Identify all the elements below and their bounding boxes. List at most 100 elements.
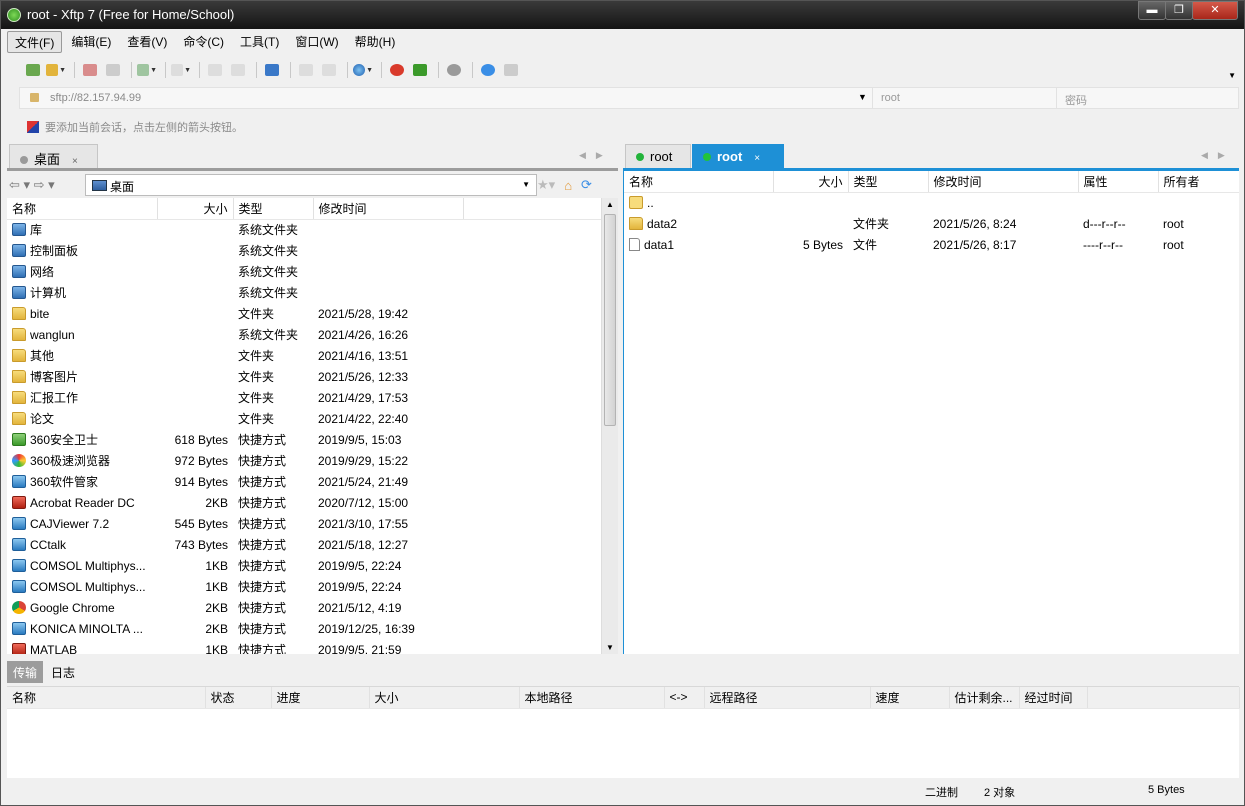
local-file-row[interactable]: 论文 文件夹 2021/4/22, 22:40 <box>7 408 603 429</box>
scrollbar-thumb[interactable] <box>604 214 616 426</box>
menu-help[interactable]: 帮助(H) <box>348 31 403 53</box>
tab-remote-root-2[interactable]: root × <box>692 144 784 168</box>
transfer-col[interactable]: 大小 <box>369 687 520 709</box>
address-input[interactable]: sftp://82.157.94.99 <box>50 92 141 104</box>
password-field[interactable]: 密码 <box>1056 88 1238 108</box>
refresh-icon[interactable]: ⟳ <box>581 177 592 193</box>
close-tab-icon[interactable]: × <box>72 156 78 167</box>
path-dropdown-icon[interactable]: ▼ <box>522 180 530 189</box>
local-file-row[interactable]: KONICA MINOLTA ... 2KB 快捷方式 2019/12/25, 16:… <box>7 618 603 639</box>
tab-transfer[interactable]: 传输 <box>7 661 44 683</box>
transfer-col[interactable]: 状态 <box>205 687 272 709</box>
remote-file-row[interactable]: .. <box>624 192 1239 213</box>
local-file-row[interactable]: 博客图片 文件夹 2021/5/26, 12:33 <box>7 366 603 387</box>
properties-icon[interactable] <box>319 61 339 79</box>
menu-file[interactable]: 文件(F) <box>7 31 63 53</box>
toolbar-overflow-icon[interactable]: ▼ <box>1228 71 1236 80</box>
local-file-row[interactable]: CCtalk 743 Bytes 快捷方式 2021/5/18, 12:27 <box>7 534 603 555</box>
local-file-row[interactable]: 其他 文件夹 2021/4/16, 13:51 <box>7 345 603 366</box>
local-file-row[interactable]: 360软件管家 914 Bytes 快捷方式 2021/5/24, 21:49 <box>7 471 603 492</box>
local-file-row[interactable]: 360安全卫士 618 Bytes 快捷方式 2019/9/5, 15:03 <box>7 429 603 450</box>
copy-icon[interactable] <box>205 61 225 79</box>
transfer-col[interactable]: 本地路径 <box>519 687 665 709</box>
scroll-down-icon[interactable]: ▼ <box>606 643 614 652</box>
menu-view[interactable]: 查看(V) <box>120 31 174 53</box>
open-folder-icon[interactable]: ▼ <box>46 61 66 79</box>
col-attributes[interactable]: 属性 <box>1078 171 1159 193</box>
local-file-row[interactable]: 网络 系统文件夹 <box>7 261 603 282</box>
transfer-col[interactable]: 名称 <box>7 687 206 709</box>
local-file-row[interactable]: 汇报工作 文件夹 2021/4/29, 17:53 <box>7 387 603 408</box>
chat-bubble-icon[interactable] <box>501 61 521 79</box>
local-scrollbar[interactable]: ▲ ▼ <box>601 198 618 654</box>
local-file-row[interactable]: 计算机 系统文件夹 <box>7 282 603 303</box>
new-session-icon[interactable] <box>23 61 43 79</box>
transfer-col[interactable]: 估计剩余... <box>949 687 1020 709</box>
file-name-text: 论文 <box>30 412 55 426</box>
add-session-arrow-icon[interactable] <box>27 121 39 133</box>
menu-edit[interactable]: 编辑(E) <box>64 31 118 53</box>
scroll-up-icon[interactable]: ▲ <box>606 200 614 209</box>
sync-transfer-icon[interactable] <box>262 61 282 79</box>
col-type[interactable]: 类型 <box>848 171 929 193</box>
paste-icon[interactable] <box>228 61 248 79</box>
local-file-row[interactable]: 控制面板 系统文件夹 <box>7 240 603 261</box>
tab-remote-root-1[interactable]: root <box>625 144 691 168</box>
options-gear-icon[interactable] <box>444 61 464 79</box>
local-file-row[interactable]: 库 系统文件夹 <box>7 219 603 240</box>
help-icon[interactable] <box>478 61 498 79</box>
transfer-col[interactable]: <-> <box>664 687 705 709</box>
col-name[interactable]: 名称 <box>624 171 774 193</box>
xshell-icon[interactable] <box>387 61 407 79</box>
close-tab-icon[interactable]: × <box>754 153 760 164</box>
tab-log[interactable]: 日志 <box>45 661 81 683</box>
menu-tools[interactable]: 工具(T) <box>233 31 286 53</box>
reconnect-icon[interactable] <box>103 61 123 79</box>
menu-command[interactable]: 命令(C) <box>176 31 231 53</box>
local-file-row[interactable]: CAJViewer 7.2 545 Bytes 快捷方式 2021/3/10, 17:… <box>7 513 603 534</box>
home-folder-icon[interactable]: ⌂ <box>564 178 572 193</box>
file-mtime-text: 2021/4/16, 13:51 <box>318 348 409 363</box>
col-size[interactable]: 大小 <box>157 198 234 220</box>
address-dropdown-icon[interactable]: ▼ <box>858 92 867 102</box>
view-icon[interactable]: ▼ <box>171 61 191 79</box>
minimize-button[interactable]: ▬ <box>1138 1 1166 20</box>
remote-file-row[interactable]: data1 5 Bytes 文件 2021/5/26, 8:17 ----r--r-- r… <box>624 234 1239 255</box>
remote-file-row[interactable]: data2 文件夹 2021/5/26, 8:24 d---r--r-- root <box>624 213 1239 234</box>
print-icon[interactable] <box>296 61 316 79</box>
tab-scroll-arrows[interactable]: ◀▶ <box>1201 150 1235 161</box>
local-file-row[interactable]: bite 文件夹 2021/5/28, 19:42 <box>7 303 603 324</box>
local-file-row[interactable]: COMSOL Multiphys... 1KB 快捷方式 2019/9/5, 22:2… <box>7 555 603 576</box>
col-size[interactable]: 大小 <box>773 171 849 193</box>
col-owner[interactable]: 所有者 <box>1158 171 1239 193</box>
local-file-row[interactable]: Acrobat Reader DC 2KB 快捷方式 2020/7/12, 15:00 <box>7 492 603 513</box>
col-name[interactable]: 名称 <box>7 198 158 220</box>
col-mtime[interactable]: 修改时间 <box>928 171 1079 193</box>
username-field[interactable]: root <box>872 88 1056 108</box>
local-file-row[interactable]: wanglun 系统文件夹 2021/4/26, 16:26 <box>7 324 603 345</box>
transfer-col[interactable]: 远程路径 <box>704 687 871 709</box>
maximize-button[interactable]: ❐ <box>1165 1 1193 20</box>
col-type[interactable]: 类型 <box>233 198 314 220</box>
local-path-input[interactable]: 桌面 ▼ <box>85 174 537 196</box>
local-file-row[interactable]: MATLAB 1KB 快捷方式 2019/9/5, 21:59 <box>7 639 603 654</box>
local-file-row[interactable]: 360极速浏览器 972 Bytes 快捷方式 2019/9/29, 15:22 <box>7 450 603 471</box>
tab-local-desktop[interactable]: 桌面 × <box>9 144 98 168</box>
bookmark-star-icon[interactable]: ★▾ <box>537 177 555 193</box>
local-file-row[interactable]: Google Chrome 2KB 快捷方式 2021/5/12, 4:19 <box>7 597 603 618</box>
title-bar[interactable]: root - Xftp 7 (Free for Home/School) ▬ ❐… <box>1 1 1244 29</box>
file-name-text: 库 <box>30 223 43 238</box>
xftp-icon[interactable] <box>410 61 430 79</box>
globe-icon[interactable]: ▼ <box>353 61 373 79</box>
local-file-row[interactable]: COMSOL Multiphys... 1KB 快捷方式 2019/9/5, 22:2… <box>7 576 603 597</box>
transfer-col[interactable]: 经过时间 <box>1019 687 1088 709</box>
close-button[interactable]: ✕ <box>1192 1 1238 20</box>
menu-window[interactable]: 窗口(W) <box>288 31 345 53</box>
back-arrow-icon[interactable]: ⇦ ▾ ⇨ ▾ <box>9 177 55 193</box>
col-mtime[interactable]: 修改时间 <box>313 198 464 220</box>
disconnect-icon[interactable] <box>80 61 100 79</box>
transfer-col[interactable]: 速度 <box>870 687 950 709</box>
transfer-col[interactable]: 进度 <box>271 687 370 709</box>
new-file-icon[interactable]: ▼ <box>137 61 157 79</box>
tab-scroll-arrows[interactable]: ◀▶ <box>579 150 613 161</box>
